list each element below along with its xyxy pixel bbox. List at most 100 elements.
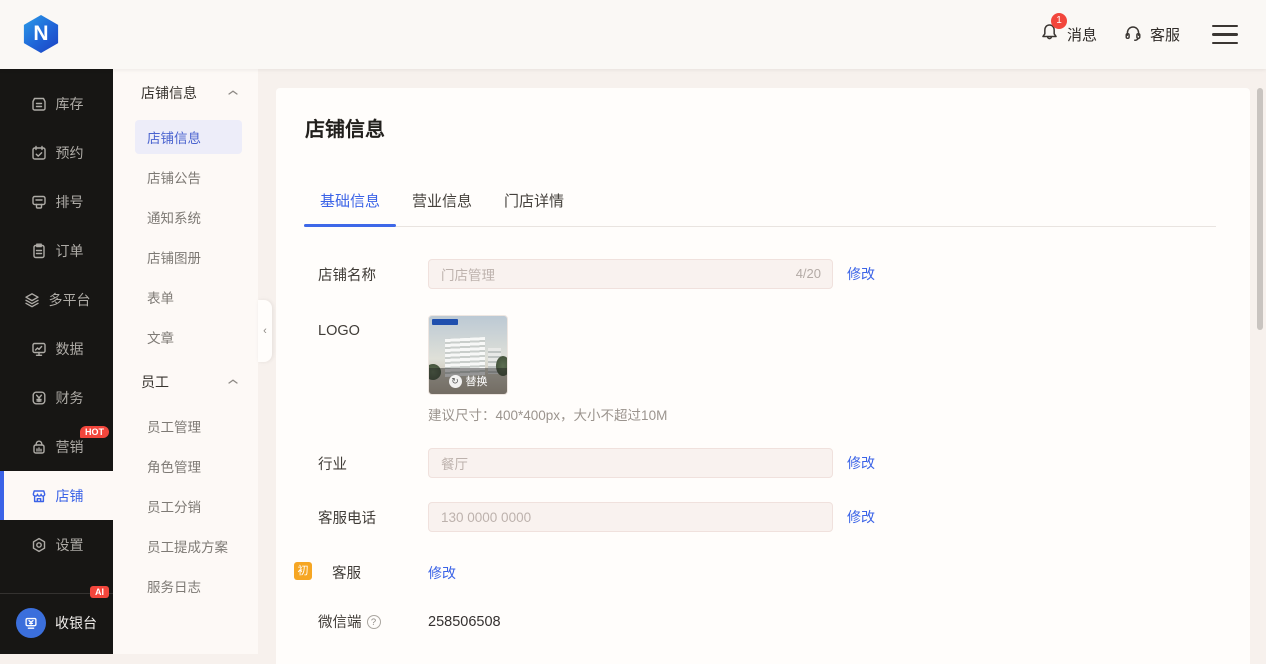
chevron-up-icon [228, 89, 238, 98]
sidebar-item-finance[interactable]: 财务 [0, 373, 113, 422]
wechat-label: 微信端 ? [304, 611, 428, 632]
industry-edit-link[interactable]: 修改 [847, 453, 875, 473]
marketing-bag-icon [30, 438, 48, 456]
submenu-item-commission-plan[interactable]: 员工提成方案 [135, 529, 242, 563]
shop-name-row: 店铺名称 4/20 修改 [304, 259, 1216, 289]
vertical-scrollbar[interactable] [1257, 88, 1263, 330]
submenu-item-articles[interactable]: 文章 [135, 320, 242, 354]
support-button[interactable]: 客服 [1123, 23, 1180, 47]
char-counter: 4/20 [796, 266, 821, 281]
sidebar-item-label: 预约 [56, 143, 84, 163]
messages-button[interactable]: 1 消息 [1039, 22, 1097, 47]
settings-gear-icon [30, 536, 48, 554]
service-phone-label: 客服电话 [304, 507, 428, 528]
hamburger-menu-icon[interactable] [1212, 25, 1238, 45]
cashier-icon [16, 608, 46, 638]
sidebar-item-label: 设置 [56, 535, 84, 555]
inventory-icon [30, 95, 48, 113]
replace-label: 替换 [466, 373, 488, 389]
cashier-label: 收银台 [55, 613, 97, 633]
customer-service-row: 初 客服 修改 [304, 562, 1216, 583]
sidebar-item-label: 店铺 [56, 486, 84, 506]
wechat-id-value: 258506508 [428, 614, 501, 630]
chevron-up-icon [228, 378, 238, 387]
submenu-item-shop-info[interactable]: 店铺信息 [135, 120, 242, 154]
sidebar-item-label: 营销 [56, 437, 84, 457]
app-logo[interactable]: N [22, 15, 60, 53]
main-content: 店铺信息 基础信息 营业信息 门店详情 店铺名称 4/20 修改 LOGO [276, 88, 1250, 664]
photo-banner [432, 319, 458, 325]
storefront-icon [30, 487, 48, 505]
hot-badge: HOT [80, 426, 109, 438]
sidebar-item-settings[interactable]: 设置 [0, 520, 113, 569]
sidebar-item-inventory[interactable]: 库存 [0, 79, 113, 128]
submenu-item-role-mgmt[interactable]: 角色管理 [135, 449, 242, 483]
logo-row: LOGO ↻ 替换 建议尺寸：400*400px，大小不超过10M [304, 315, 1216, 424]
sidebar-item-booking[interactable]: 预约 [0, 128, 113, 177]
sidebar-item-queue[interactable]: 排号 [0, 177, 113, 226]
sidebar-collapse-handle[interactable]: ‹ [258, 300, 272, 362]
group-label: 店铺信息 [141, 83, 197, 103]
service-phone-row: 客服电话 修改 [304, 502, 1216, 532]
beginner-badge: 初 [294, 562, 312, 580]
sidebar-item-label: 多平台 [49, 290, 91, 310]
collapse-icon: ‹ [263, 325, 267, 337]
submenu-item-shop-album[interactable]: 店铺图册 [135, 240, 242, 274]
service-phone-input[interactable] [428, 502, 833, 532]
logo-letter: N [33, 22, 48, 46]
booking-icon [30, 144, 48, 162]
queue-icon [30, 193, 48, 211]
sidebar-item-label: 财务 [56, 388, 84, 408]
sidebar-item-orders[interactable]: 订单 [0, 226, 113, 275]
tab-store-detail[interactable]: 门店详情 [488, 182, 580, 226]
submenu-item-service-log[interactable]: 服务日志 [135, 569, 242, 603]
shop-name-edit-link[interactable]: 修改 [847, 264, 875, 284]
sidebar-item-shop[interactable]: 店铺 [0, 471, 113, 520]
submenu-item-staff-distribution[interactable]: 员工分销 [135, 489, 242, 523]
primary-sidebar: 库存 预约 排号 订单 多平台 [0, 69, 113, 654]
shop-name-label: 店铺名称 [304, 264, 428, 285]
logo-hint: 建议尺寸：400*400px，大小不超过10M [428, 404, 667, 424]
cashier-button[interactable]: 收银台 [0, 608, 113, 638]
help-icon[interactable]: ? [367, 615, 381, 629]
submenu-item-forms[interactable]: 表单 [135, 280, 242, 314]
industry-row: 行业 修改 [304, 448, 1216, 478]
industry-label: 行业 [304, 453, 428, 474]
submenu-group-shop-info[interactable]: 店铺信息 [113, 71, 258, 115]
support-label: 客服 [1150, 24, 1180, 45]
tab-basic-info[interactable]: 基础信息 [304, 182, 396, 226]
sidebar-item-label: 数据 [56, 339, 84, 359]
page-title: 店铺信息 [304, 118, 1216, 142]
wechat-row: 微信端 ? 258506508 [304, 611, 1216, 632]
tab-business-info[interactable]: 营业信息 [396, 182, 488, 226]
messages-label: 消息 [1067, 24, 1097, 45]
submenu-item-notify-system[interactable]: 通知系统 [135, 200, 242, 234]
sidebar-item-label: 排号 [56, 192, 84, 212]
sidebar-item-marketing[interactable]: HOT 营销 [0, 422, 113, 471]
orders-icon [30, 242, 48, 260]
sidebar-item-multi-platform[interactable]: 多平台 [0, 275, 113, 324]
group-label: 员工 [141, 372, 169, 392]
refresh-icon: ↻ [449, 375, 462, 388]
submenu-group-staff[interactable]: 员工 [113, 360, 258, 404]
bell-icon: 1 [1039, 22, 1060, 47]
layers-icon [23, 291, 41, 309]
notification-count-badge: 1 [1051, 13, 1067, 29]
service-phone-edit-link[interactable]: 修改 [847, 507, 875, 527]
submenu-item-staff-mgmt[interactable]: 员工管理 [135, 409, 242, 443]
logo-image[interactable]: ↻ 替换 [428, 315, 508, 395]
submenu-item-shop-notice[interactable]: 店铺公告 [135, 160, 242, 194]
tab-bar: 基础信息 营业信息 门店详情 [304, 182, 1216, 227]
logo-label: LOGO [304, 315, 428, 339]
sidebar-item-data[interactable]: 数据 [0, 324, 113, 373]
sidebar-item-label: 订单 [56, 241, 84, 261]
ai-badge: AI [90, 586, 109, 598]
headset-icon [1123, 23, 1143, 47]
top-bar: N 1 消息 客服 [0, 0, 1266, 69]
replace-overlay[interactable]: ↻ 替换 [429, 368, 507, 394]
customer-service-label: 初 客服 [304, 562, 428, 583]
data-monitor-icon [30, 340, 48, 358]
industry-input[interactable] [428, 448, 833, 478]
shop-name-input[interactable] [428, 259, 833, 289]
customer-service-edit-link[interactable]: 修改 [428, 563, 456, 583]
